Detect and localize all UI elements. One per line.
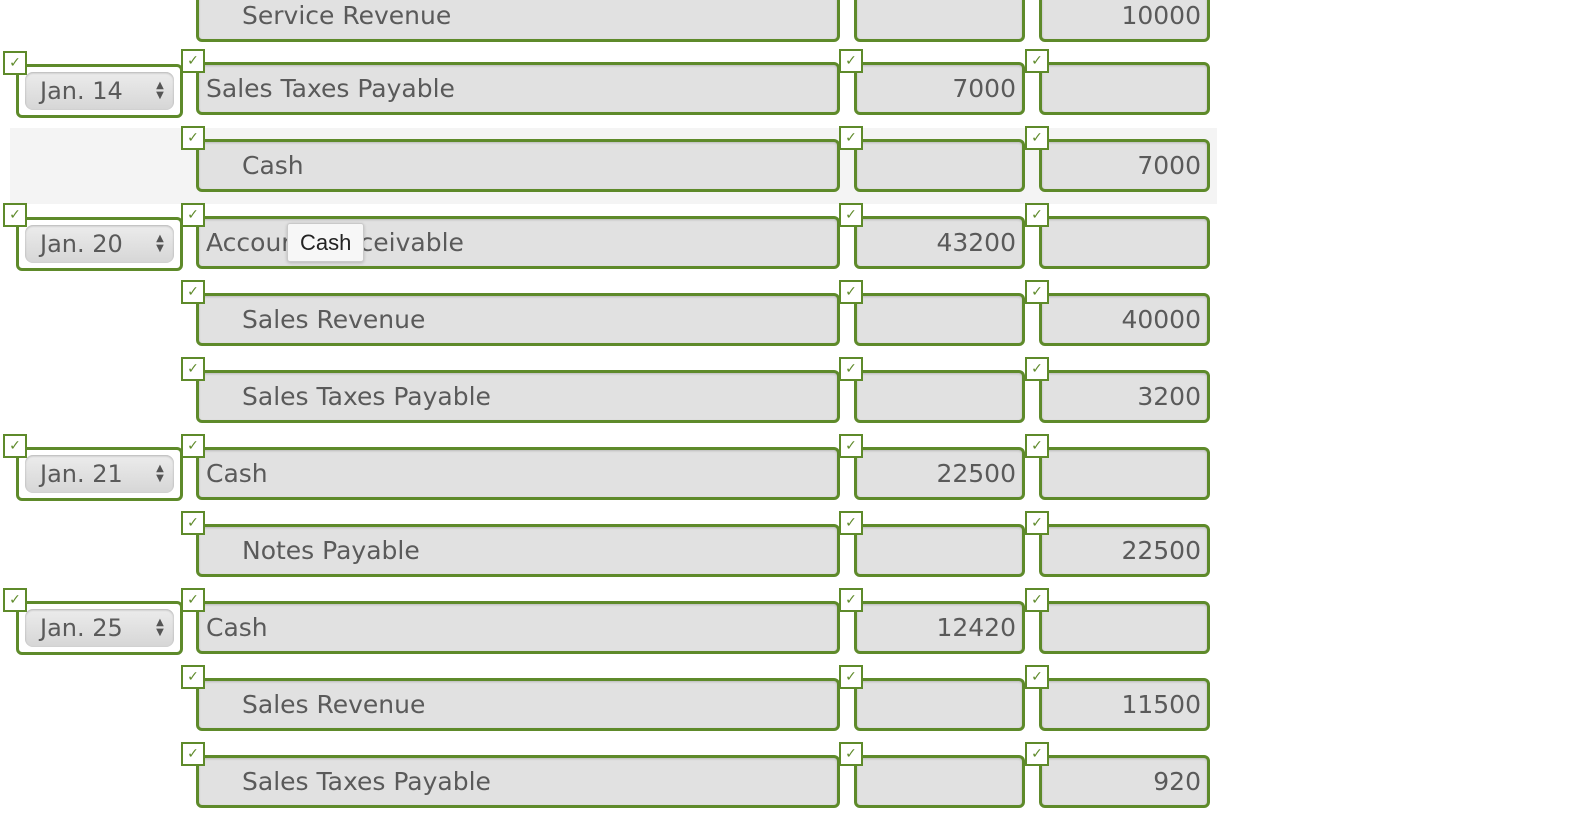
select-arrows-icon: ▲ ▼ [156,80,164,101]
check-icon: ✓ [3,434,27,458]
check-icon: ✓ [181,742,205,766]
date-field[interactable]: Jan. 20 ▲ ▼ [16,217,183,271]
debit-field[interactable]: 7000 [854,62,1025,115]
date-field[interactable]: Jan. 21 ▲ ▼ [16,447,183,501]
check-icon: ✓ [181,357,205,381]
date-value: Jan. 21 [40,460,123,488]
check-icon: ✓ [3,203,27,227]
check-icon: ✓ [839,588,863,612]
credit-field[interactable]: 10000 [1039,0,1210,42]
check-icon: ✓ [839,280,863,304]
check-icon: ✓ [181,665,205,689]
credit-field[interactable]: 22500 [1039,524,1210,577]
date-select[interactable]: Jan. 25 ▲ ▼ [25,609,174,647]
select-arrows-icon: ▲ ▼ [156,233,164,254]
account-field[interactable]: Service Revenue [196,0,840,42]
check-icon: ✓ [3,51,27,75]
check-icon: ✓ [181,203,205,227]
debit-field[interactable]: 22500 [854,447,1025,500]
credit-field[interactable]: 920 [1039,755,1210,808]
date-field[interactable]: Jan. 14 ▲ ▼ [16,64,183,118]
check-icon: ✓ [181,49,205,73]
account-field[interactable]: Sales Taxes Payable [196,370,840,423]
credit-field[interactable] [1039,601,1210,654]
credit-field[interactable] [1039,447,1210,500]
debit-field[interactable] [854,678,1025,731]
check-icon: ✓ [839,126,863,150]
journal-row: Sales Revenue ✓ ✓ 11500 ✓ [0,665,1592,755]
debit-field[interactable] [854,0,1025,42]
account-field[interactable]: Cash [196,139,840,192]
credit-field[interactable]: 7000 [1039,139,1210,192]
check-icon: ✓ [1025,588,1049,612]
check-icon: ✓ [839,742,863,766]
credit-field[interactable] [1039,62,1210,115]
check-icon: ✓ [181,280,205,304]
journal-row: Jan. 20 ▲ ▼ ✓ Accounts Receivable ✓ 43200… [0,203,1592,293]
journal-row: Jan. 21 ▲ ▼ ✓ Cash ✓ 22500 ✓ ✓ [0,434,1592,524]
check-icon: ✓ [181,511,205,535]
check-icon: ✓ [839,357,863,381]
account-field[interactable]: Notes Payable [196,524,840,577]
check-icon: ✓ [1025,126,1049,150]
journal-row: Sales Taxes Payable ✓ ✓ 920 ✓ [0,742,1592,832]
check-icon: ✓ [1025,511,1049,535]
date-select[interactable]: Jan. 14 ▲ ▼ [25,72,174,110]
credit-field[interactable]: 3200 [1039,370,1210,423]
check-icon: ✓ [1025,203,1049,227]
account-field[interactable]: Cash [196,601,840,654]
date-value: Jan. 14 [40,77,123,105]
debit-field[interactable] [854,293,1025,346]
journal-row: Sales Taxes Payable ✓ ✓ 3200 ✓ [0,357,1592,447]
journal-row: Cash ✓ ✓ 7000 ✓ [0,126,1592,204]
date-field[interactable]: Jan. 25 ▲ ▼ [16,601,183,655]
date-value: Jan. 20 [40,230,123,258]
select-arrows-icon: ▲ ▼ [156,463,164,484]
check-icon: ✓ [1025,434,1049,458]
check-icon: ✓ [839,434,863,458]
check-icon: ✓ [839,49,863,73]
credit-field[interactable] [1039,216,1210,269]
date-value: Jan. 25 [40,614,123,642]
select-arrows-icon: ▲ ▼ [156,617,164,638]
debit-field[interactable]: 12420 [854,601,1025,654]
check-icon: ✓ [1025,742,1049,766]
debit-field[interactable] [854,755,1025,808]
journal-row: Notes Payable ✓ ✓ 22500 ✓ [0,511,1592,601]
journal-row: Jan. 25 ▲ ▼ ✓ Cash ✓ 12420 ✓ ✓ [0,588,1592,678]
date-select[interactable]: Jan. 21 ▲ ▼ [25,455,174,493]
check-icon: ✓ [839,665,863,689]
account-field[interactable]: Sales Revenue [196,293,840,346]
debit-field[interactable] [854,139,1025,192]
account-field[interactable]: Sales Taxes Payable [196,62,840,115]
check-icon: ✓ [181,434,205,458]
check-icon: ✓ [1025,357,1049,381]
check-icon: ✓ [1025,280,1049,304]
check-icon: ✓ [839,203,863,227]
debit-field[interactable]: 43200 [854,216,1025,269]
check-icon: ✓ [1025,49,1049,73]
check-icon: ✓ [3,588,27,612]
debit-field[interactable] [854,370,1025,423]
account-field[interactable]: Sales Revenue [196,678,840,731]
date-select[interactable]: Jan. 20 ▲ ▼ [25,225,174,263]
check-icon: ✓ [1025,665,1049,689]
check-icon: ✓ [839,511,863,535]
credit-field[interactable]: 40000 [1039,293,1210,346]
account-field[interactable]: Sales Taxes Payable [196,755,840,808]
debit-field[interactable] [854,524,1025,577]
journal-row: Sales Revenue ✓ ✓ 40000 ✓ [0,280,1592,370]
journal-row: Service Revenue 10000 [0,0,1592,66]
check-icon: ✓ [181,588,205,612]
credit-field[interactable]: 11500 [1039,678,1210,731]
tooltip: Cash [287,223,365,262]
account-field[interactable]: Cash [196,447,840,500]
check-icon: ✓ [181,126,205,150]
